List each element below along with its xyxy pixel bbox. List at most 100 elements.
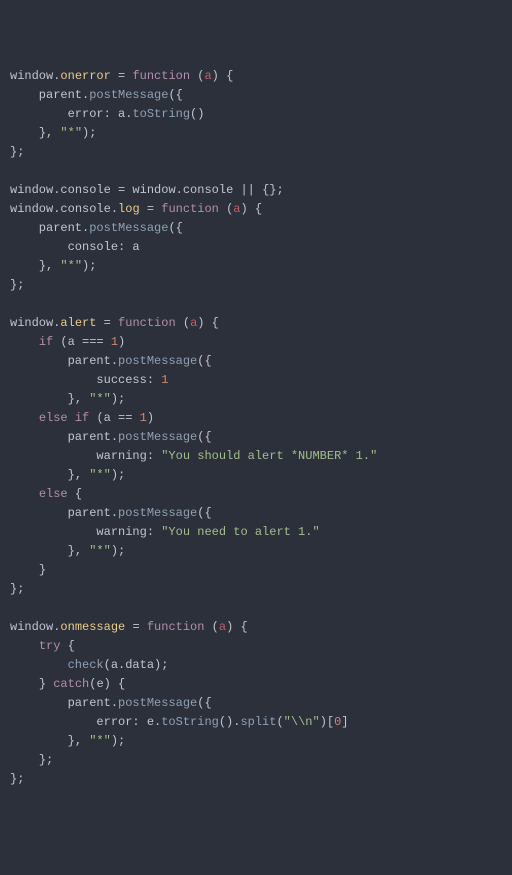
code-token xyxy=(10,734,68,748)
code-token: data xyxy=(125,658,154,672)
code-token: { xyxy=(176,221,183,235)
code-token: ; xyxy=(17,772,24,786)
code-token: function xyxy=(132,69,190,83)
code-token: parent xyxy=(10,696,111,710)
code-block: window.onerror = function (a) { parent.p… xyxy=(10,67,502,789)
code-token: = xyxy=(104,316,111,330)
code-token: } xyxy=(39,677,46,691)
code-token: toString xyxy=(161,715,219,729)
code-token: ; xyxy=(89,259,96,273)
code-token: try xyxy=(39,639,61,653)
code-token: 1 xyxy=(140,411,147,425)
code-token xyxy=(219,69,226,83)
code-token: . xyxy=(111,430,118,444)
code-token: ; xyxy=(118,734,125,748)
code-token: a xyxy=(104,411,118,425)
code-token xyxy=(10,487,39,501)
code-token: } xyxy=(68,392,75,406)
code-token: = xyxy=(147,202,154,216)
code-token: else if xyxy=(39,411,89,425)
code-token: success xyxy=(10,373,147,387)
code-token: a xyxy=(204,69,211,83)
code-token: parent xyxy=(10,221,82,235)
code-token: window xyxy=(10,69,53,83)
code-token: { xyxy=(68,639,75,653)
code-token: onmessage xyxy=(60,620,125,634)
code-token: window xyxy=(10,620,53,634)
code-token: , xyxy=(75,544,82,558)
code-token: ; xyxy=(118,468,125,482)
code-token: postMessage xyxy=(118,354,197,368)
code-token: ( xyxy=(168,88,175,102)
code-token: || xyxy=(240,183,254,197)
code-token xyxy=(10,658,68,672)
code-token xyxy=(10,677,39,691)
code-token: { xyxy=(118,677,125,691)
code-token: { xyxy=(226,69,233,83)
code-token: check xyxy=(68,658,104,672)
code-token: . xyxy=(176,183,183,197)
code-token: ( xyxy=(168,221,175,235)
code-token: ) xyxy=(111,734,118,748)
code-token: { xyxy=(176,88,183,102)
code-token xyxy=(10,468,68,482)
code-token: . xyxy=(111,506,118,520)
code-token: { xyxy=(212,316,219,330)
code-token: "*" xyxy=(60,259,82,273)
code-token: { xyxy=(204,430,211,444)
code-token xyxy=(104,335,111,349)
code-token xyxy=(248,202,255,216)
code-token: , xyxy=(75,468,82,482)
code-token xyxy=(255,183,262,197)
code-token: "\\n" xyxy=(284,715,320,729)
code-token: else xyxy=(39,487,68,501)
code-token: } xyxy=(68,468,75,482)
code-token: } xyxy=(10,772,17,786)
code-token: warning xyxy=(10,525,147,539)
code-token xyxy=(10,259,39,273)
code-token xyxy=(10,411,39,425)
code-token: "*" xyxy=(89,544,111,558)
code-token: postMessage xyxy=(89,221,168,235)
code-token: ) xyxy=(111,468,118,482)
code-token: function xyxy=(161,202,219,216)
code-token: ) xyxy=(240,202,247,216)
code-token xyxy=(10,563,39,577)
code-token: ; xyxy=(17,582,24,596)
code-token xyxy=(10,544,68,558)
code-token: ) xyxy=(320,715,327,729)
code-token xyxy=(111,316,118,330)
code-token xyxy=(219,202,226,216)
code-token xyxy=(204,316,211,330)
code-token: . xyxy=(111,354,118,368)
code-token: console xyxy=(60,202,110,216)
code-token: a xyxy=(68,335,82,349)
code-token: { xyxy=(204,506,211,520)
code-token: ) xyxy=(212,69,219,83)
code-token: { xyxy=(75,487,82,501)
code-token xyxy=(111,677,118,691)
code-token xyxy=(60,639,67,653)
code-token: } xyxy=(68,544,75,558)
code-token: ; xyxy=(276,183,283,197)
code-token: ) xyxy=(197,107,204,121)
code-token xyxy=(10,392,68,406)
code-token: ( xyxy=(219,715,226,729)
code-token: a xyxy=(219,620,226,634)
code-token: parent xyxy=(10,354,111,368)
code-token: [ xyxy=(327,715,334,729)
code-token: "*" xyxy=(89,392,111,406)
code-token: , xyxy=(75,734,82,748)
code-token: == xyxy=(118,411,132,425)
code-token xyxy=(140,202,147,216)
code-token: e xyxy=(96,677,103,691)
code-token: ( xyxy=(96,411,103,425)
code-token: ( xyxy=(276,715,283,729)
code-token: parent xyxy=(10,506,111,520)
code-token: : xyxy=(104,107,111,121)
code-token: "*" xyxy=(60,126,82,140)
code-token: } xyxy=(68,734,75,748)
code-token: a xyxy=(111,658,118,672)
code-token: } xyxy=(39,259,46,273)
code-token: ; xyxy=(161,658,168,672)
